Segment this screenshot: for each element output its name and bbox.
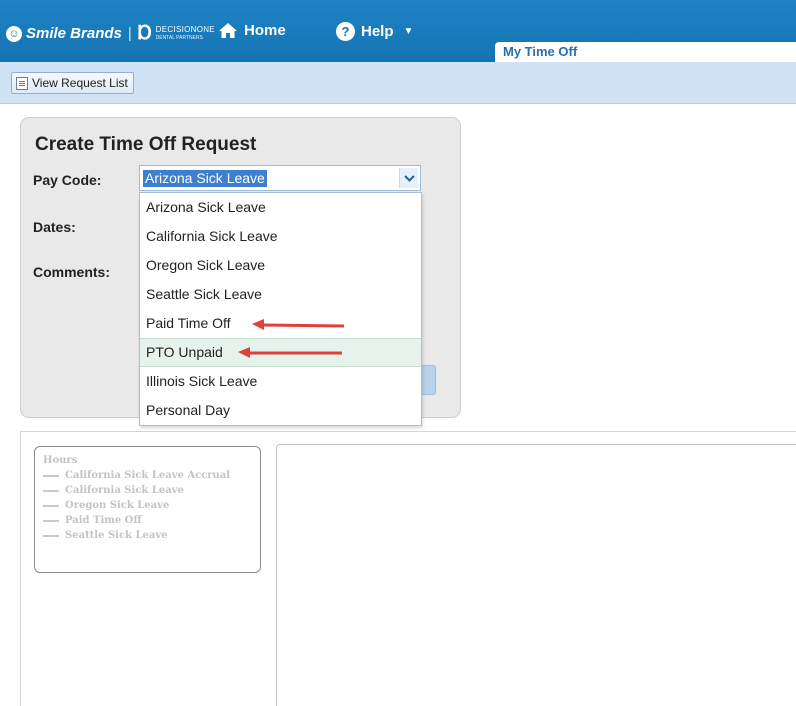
chart-legend: Hours California Sick Leave Accrual Cali…: [34, 446, 261, 573]
legend-item: Seattle Sick Leave: [43, 529, 260, 542]
legend-item: Oregon Sick Leave: [43, 499, 260, 512]
pay-code-selected-value: Arizona Sick Leave: [143, 170, 267, 187]
logo-divider: |: [127, 25, 132, 42]
legend-item: California Sick Leave: [43, 484, 260, 497]
pay-code-option[interactable]: Oregon Sick Leave: [140, 251, 421, 280]
decisionone-logo-text: DECISIONONE: [155, 24, 215, 34]
pay-code-option[interactable]: Seattle Sick Leave: [140, 280, 421, 309]
list-icon: [16, 76, 28, 90]
pay-code-option-pto-unpaid[interactable]: PTO Unpaid: [140, 338, 421, 367]
smile-brands-logo-icon: ☺: [6, 25, 22, 42]
pay-code-label: Pay Code:: [33, 172, 102, 188]
chart-plot-area: [276, 444, 796, 706]
pay-code-option-paid-time-off[interactable]: Paid Time Off: [140, 309, 421, 338]
view-request-list-button[interactable]: View Request List: [11, 72, 134, 94]
brand-logos[interactable]: ☺ Smile Brands | Ɒ DECISIONONE DENTAL PA…: [6, 22, 215, 45]
view-request-list-label: View Request List: [32, 76, 128, 90]
chevron-down-icon[interactable]: [399, 168, 418, 188]
decisionone-logo-subtext: DENTAL PARTNERS: [155, 34, 203, 41]
decisionone-mark-icon: Ɒ: [137, 23, 153, 44]
pay-code-option[interactable]: Illinois Sick Leave: [140, 367, 421, 396]
legend-item: Paid Time Off: [43, 514, 260, 527]
nav-help-menu[interactable]: ? Help ▼: [336, 22, 413, 41]
pay-code-select[interactable]: Arizona Sick Leave: [139, 165, 421, 191]
brand-name: Smile Brands: [26, 25, 122, 42]
nav-home-label: Home: [244, 22, 286, 39]
nav-home[interactable]: Home: [218, 22, 286, 39]
help-icon: ?: [336, 22, 355, 41]
legend-title: Hours: [43, 455, 78, 466]
pay-code-dropdown-list: Arizona Sick Leave California Sick Leave…: [139, 192, 422, 426]
pay-code-option[interactable]: Personal Day: [140, 396, 421, 425]
chevron-down-icon: ▼: [403, 26, 414, 37]
top-header-bar: ☺ Smile Brands | Ɒ DECISIONONE DENTAL PA…: [0, 0, 796, 62]
pay-code-option[interactable]: Arizona Sick Leave: [140, 193, 421, 222]
toolbar: View Request List: [0, 62, 796, 104]
comments-label: Comments:: [33, 264, 111, 280]
nav-help-label: Help: [361, 23, 394, 40]
pay-code-option[interactable]: California Sick Leave: [140, 222, 421, 251]
home-icon: [219, 23, 237, 38]
dates-label: Dates:: [33, 219, 76, 235]
tab-my-time-off[interactable]: My Time Off: [495, 42, 796, 62]
legend-item: California Sick Leave Accrual: [43, 469, 260, 482]
panel-title: Create Time Off Request: [35, 134, 257, 155]
decisionone-logo: Ɒ DECISIONONE DENTAL PARTNERS: [138, 22, 215, 45]
